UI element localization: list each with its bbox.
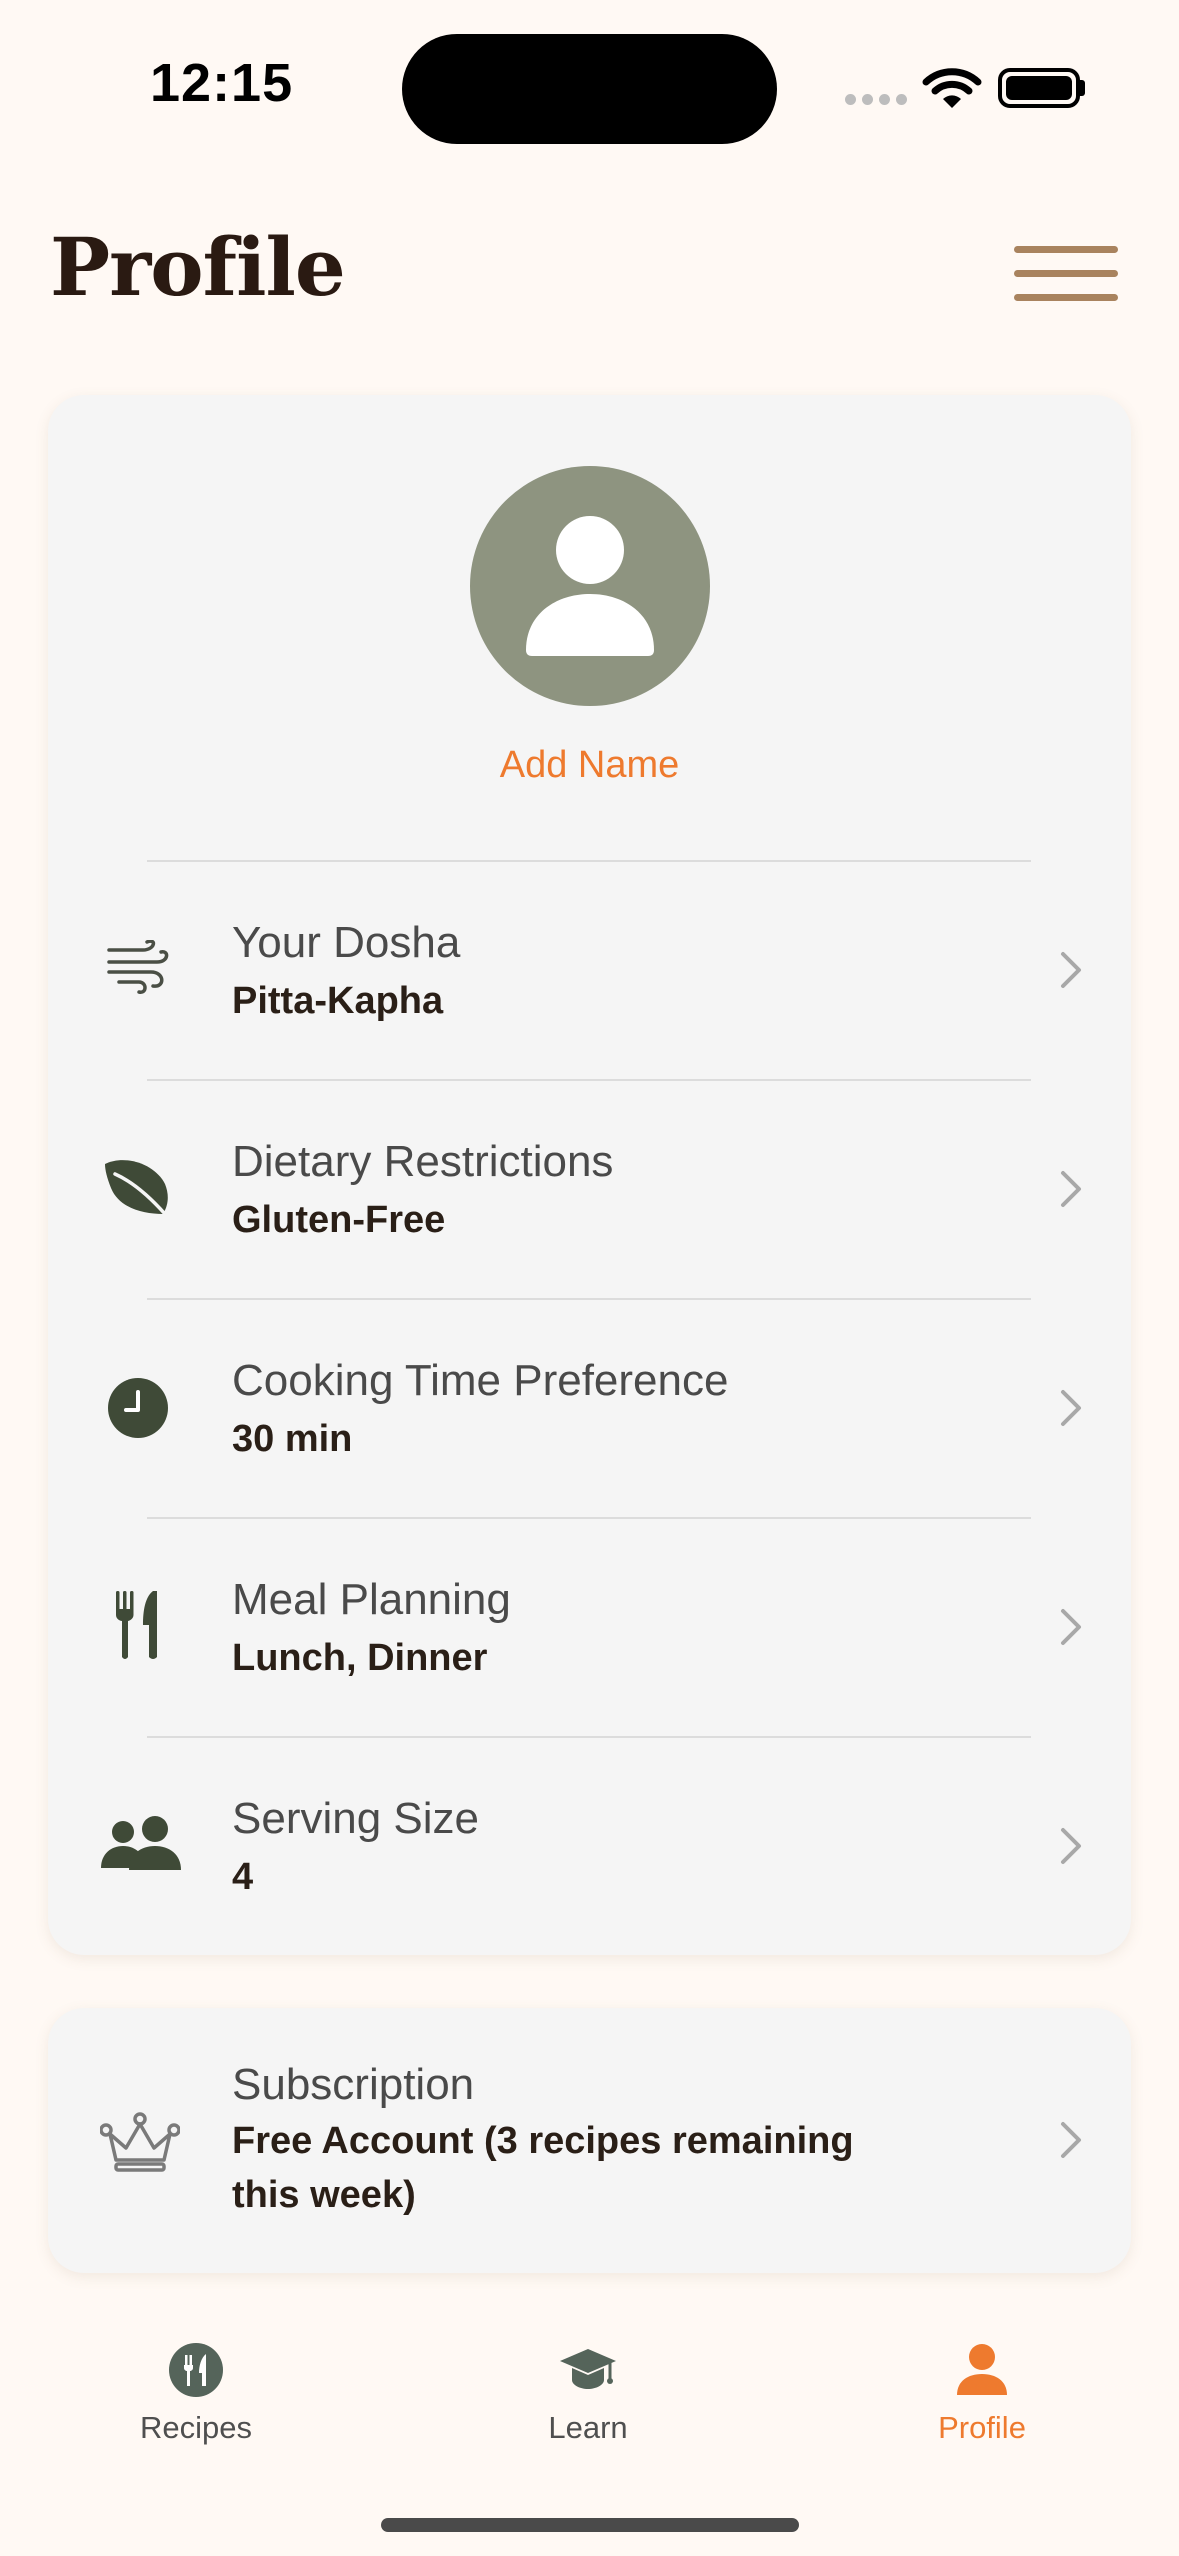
tab-label: Profile xyxy=(938,2410,1026,2445)
tab-recipes[interactable]: Recipes xyxy=(86,2340,306,2460)
crown-icon xyxy=(99,2112,181,2172)
profile-icon xyxy=(952,2340,1012,2400)
setting-label: Cooking Time Preference xyxy=(232,1356,729,1405)
setting-label: Serving Size xyxy=(232,1794,480,1843)
tab-profile[interactable]: Profile xyxy=(872,2340,1092,2460)
setting-label: Your Dosha xyxy=(232,918,461,967)
cellular-signal-icon xyxy=(845,94,907,105)
setting-row-dosha[interactable]: Your Dosha Pitta-Kapha xyxy=(48,862,1131,1076)
setting-value: Lunch, Dinner xyxy=(232,1637,488,1679)
setting-value: 4 xyxy=(232,1856,254,1898)
subscription-card[interactable]: Subscription Free Account (3 recipes rem… xyxy=(48,2008,1131,2273)
fork-knife-icon xyxy=(100,1587,176,1663)
recipes-icon xyxy=(166,2340,226,2400)
setting-value: 30 min xyxy=(232,1418,353,1460)
chevron-right-icon xyxy=(1061,1171,1081,1207)
wind-icon xyxy=(100,930,176,1006)
tab-learn[interactable]: Learn xyxy=(478,2340,698,2460)
subscription-label: Subscription xyxy=(232,2060,475,2109)
setting-value: Gluten-Free xyxy=(232,1199,446,1241)
tab-label: Learn xyxy=(548,2410,628,2445)
chevron-right-icon xyxy=(1061,1609,1081,1645)
setting-row-dietary-restrictions[interactable]: Dietary Restrictions Gluten-Free xyxy=(48,1081,1131,1295)
chevron-right-icon xyxy=(1061,952,1081,988)
setting-row-cooking-time[interactable]: Cooking Time Preference 30 min xyxy=(48,1300,1131,1514)
chevron-right-icon xyxy=(1061,1390,1081,1426)
hamburger-line xyxy=(1014,294,1118,301)
avatar[interactable] xyxy=(470,466,710,706)
hamburger-menu-button[interactable] xyxy=(1014,246,1118,302)
people-icon xyxy=(98,1806,182,1882)
hamburger-line xyxy=(1014,270,1118,277)
subscription-value-line2: this week) xyxy=(232,2174,416,2216)
setting-row-meal-planning[interactable]: Meal Planning Lunch, Dinner xyxy=(48,1519,1131,1733)
setting-row-serving-size[interactable]: Serving Size 4 xyxy=(48,1738,1131,1952)
status-time: 12:15 xyxy=(150,53,294,113)
page-title: Profile xyxy=(50,220,346,314)
setting-label: Dietary Restrictions xyxy=(232,1137,614,1186)
person-icon xyxy=(526,516,654,656)
graduation-cap-icon xyxy=(558,2340,618,2400)
clock-icon xyxy=(100,1370,176,1446)
setting-value: Pitta-Kapha xyxy=(232,980,444,1022)
wifi-icon xyxy=(922,68,982,108)
home-indicator[interactable] xyxy=(381,2518,799,2532)
leaf-icon xyxy=(100,1149,176,1225)
chevron-right-icon xyxy=(1061,1828,1081,1864)
add-name-link[interactable]: Add Name xyxy=(0,744,1179,787)
setting-label: Meal Planning xyxy=(232,1575,511,1624)
battery-tip xyxy=(1080,80,1085,96)
subscription-value-line1: Free Account (3 recipes remaining xyxy=(232,2120,854,2162)
dynamic-island xyxy=(402,34,777,144)
hamburger-icon xyxy=(1014,246,1118,253)
chevron-right-icon xyxy=(1061,2122,1081,2158)
tab-label: Recipes xyxy=(140,2410,252,2445)
battery-icon xyxy=(998,68,1080,108)
